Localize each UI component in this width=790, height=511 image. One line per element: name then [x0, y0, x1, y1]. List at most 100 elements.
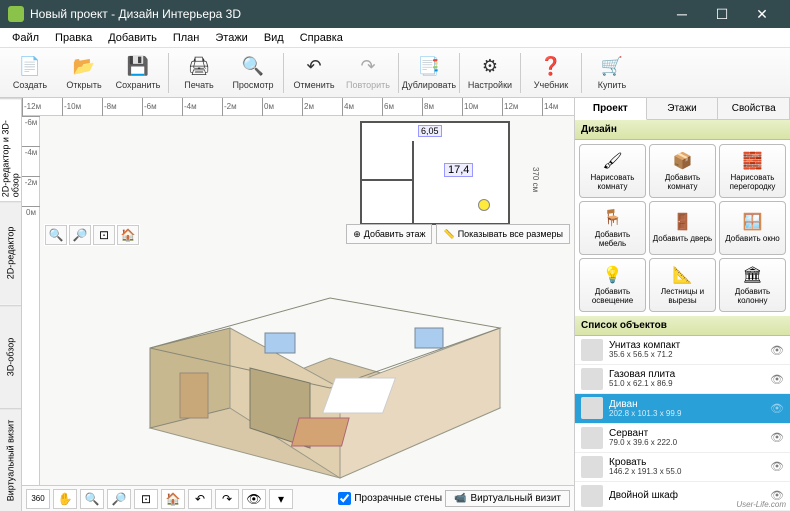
add-room-tool[interactable]: 📦Добавить комнату [649, 144, 716, 198]
preview-button[interactable]: 🔍Просмотр [227, 50, 279, 96]
menubar: ФайлПравкаДобавитьПланЭтажиВидСправка [0, 28, 790, 48]
object-thumb-icon [581, 485, 603, 507]
visibility-icon[interactable]: 👁 [770, 402, 784, 415]
add-door-icon: 🚪 [672, 212, 694, 234]
object-list: Унитаз компакт35.6 x 56.5 x 71.2👁Газовая… [575, 336, 790, 511]
save-icon: 💾 [127, 56, 149, 78]
transparent-walls-checkbox[interactable]: Прозрачные стены [338, 492, 442, 505]
left-tab-1[interactable]: 2D-редактор [0, 201, 21, 304]
visibility-icon[interactable]: 👁 [770, 344, 784, 357]
object-item-4[interactable]: Кровать146.2 x 191.3 x 55.0👁 [575, 453, 790, 482]
right-tab-2[interactable]: Свойства [718, 98, 790, 119]
dropdown-button[interactable]: ▾ [269, 489, 293, 509]
right-panel: ПроектЭтажиСвойства Дизайн 🖌Нарисовать к… [574, 98, 790, 511]
canvas-area: -12м-10м-8м-6м-4м-2м0м2м4м6м8м10м12м14м … [22, 98, 574, 511]
add-window-tool[interactable]: 🪟Добавить окно [719, 201, 786, 255]
object-item-2[interactable]: Диван202.8 x 101.3 x 99.9👁 [575, 394, 790, 423]
view-3d[interactable] [100, 228, 530, 485]
add-furniture-tool[interactable]: 🪑Добавить мебель [579, 201, 646, 255]
zoom-in-button[interactable]: 🔎 [69, 225, 91, 245]
design-header: Дизайн [575, 120, 790, 140]
save-button[interactable]: 💾Сохранить [112, 50, 164, 96]
zoom-out-button[interactable]: 🔍 [45, 225, 67, 245]
stairs-tool[interactable]: 📐Лестницы и вырезы [649, 258, 716, 312]
window-title: Новый проект - Дизайн Интерьера 3D [30, 7, 662, 21]
camera-marker[interactable] [478, 199, 490, 211]
duplicate-button[interactable]: 📑Дублировать [403, 50, 455, 96]
object-item-1[interactable]: Газовая плита51.0 x 62.1 x 86.9👁 [575, 365, 790, 394]
left-tab-2[interactable]: 3D-обзор [0, 305, 21, 408]
stairs-icon: 📐 [672, 265, 694, 287]
help-icon: ❓ [540, 56, 562, 78]
add-window-icon: 🪟 [742, 212, 764, 234]
add-light-icon: 💡 [602, 265, 624, 287]
left-tab-3[interactable]: Виртуальный визит [0, 408, 21, 511]
plan-2d[interactable]: 6,05 17,4 370 см [360, 121, 510, 225]
add-room-icon: 📦 [672, 151, 694, 173]
objects-header: Список объектов [575, 316, 790, 336]
buy-icon: 🛒 [601, 56, 623, 78]
rotate-r-button[interactable]: ↷ [215, 489, 239, 509]
open-icon: 📂 [73, 56, 95, 78]
menu-Правка[interactable]: Правка [47, 30, 100, 46]
add-column-icon: 🏛 [742, 265, 764, 287]
print-button[interactable]: 🖨Печать [173, 50, 225, 96]
draw-wall-tool[interactable]: 🧱Нарисовать перегородку [719, 144, 786, 198]
rotate-l-button[interactable]: ↶ [188, 489, 212, 509]
object-thumb-icon [581, 368, 603, 390]
eye-button[interactable]: 👁 [242, 489, 266, 509]
help-button[interactable]: ❓Учебник [525, 50, 577, 96]
viewport[interactable]: 6,05 17,4 370 см 🔍 🔎 ⊡ 🏠 ⊕Добавить этаж … [40, 116, 574, 485]
add-door-tool[interactable]: 🚪Добавить дверь [649, 201, 716, 255]
pan-button[interactable]: ✋ [53, 489, 77, 509]
object-item-0[interactable]: Унитаз компакт35.6 x 56.5 x 71.2👁 [575, 336, 790, 365]
menu-Файл[interactable]: Файл [4, 30, 47, 46]
visibility-icon[interactable]: 👁 [770, 373, 784, 386]
ruler-vertical: -6м-4м-2м0м [22, 116, 40, 485]
settings-icon: ⚙ [479, 56, 501, 78]
virtual-visit-button[interactable]: 📹Виртуальный визит [445, 490, 570, 507]
app-icon [8, 6, 24, 22]
menu-Добавить[interactable]: Добавить [100, 30, 165, 46]
zoomout2-button[interactable]: 🔍 [80, 489, 104, 509]
visibility-icon[interactable]: 👁 [770, 431, 784, 444]
draw-wall-icon: 🧱 [742, 151, 764, 173]
redo-icon: ↷ [357, 56, 379, 78]
home2-button[interactable]: 🏠 [161, 489, 185, 509]
buy-button[interactable]: 🛒Купить [586, 50, 638, 96]
left-tab-0[interactable]: 2D-редактор и 3D-обзор [0, 98, 21, 201]
right-tab-1[interactable]: Этажи [647, 98, 719, 119]
draw-room-icon: 🖌 [602, 151, 624, 173]
minimize-button[interactable]: ─ [662, 0, 702, 28]
new-icon: 📄 [19, 56, 41, 78]
visibility-icon[interactable]: 👁 [770, 460, 784, 473]
draw-room-tool[interactable]: 🖌Нарисовать комнату [579, 144, 646, 198]
bottom-toolbar: 360 ✋ 🔍 🔎 ⊡ 🏠 ↶ ↷ 👁 ▾ Прозрачные стены 📹… [22, 485, 574, 511]
titlebar: Новый проект - Дизайн Интерьера 3D ─ ☐ ✕ [0, 0, 790, 28]
view360-button[interactable]: 360 [26, 489, 50, 509]
open-button[interactable]: 📂Открыть [58, 50, 110, 96]
menu-Этажи[interactable]: Этажи [207, 30, 255, 46]
redo-button[interactable]: ↷Повторить [342, 50, 394, 96]
undo-button[interactable]: ↶Отменить [288, 50, 340, 96]
right-tab-0[interactable]: Проект [575, 98, 647, 120]
maximize-button[interactable]: ☐ [702, 0, 742, 28]
right-tabs: ПроектЭтажиСвойства [575, 98, 790, 120]
settings-button[interactable]: ⚙Настройки [464, 50, 516, 96]
add-column-tool[interactable]: 🏛Добавить колонну [719, 258, 786, 312]
zoomin2-button[interactable]: 🔎 [107, 489, 131, 509]
menu-План[interactable]: План [165, 30, 208, 46]
object-item-3[interactable]: Сервант79.0 x 39.6 x 222.0👁 [575, 424, 790, 453]
add-light-tool[interactable]: 💡Добавить освещение [579, 258, 646, 312]
close-button[interactable]: ✕ [742, 0, 782, 28]
tools-grid: 🖌Нарисовать комнату📦Добавить комнату🧱Нар… [575, 140, 790, 316]
toolbar: 📄Создать📂Открыть💾Сохранить🖨Печать🔍Просмо… [0, 48, 790, 98]
menu-Справка[interactable]: Справка [292, 30, 351, 46]
object-thumb-icon [581, 456, 603, 478]
print-icon: 🖨 [188, 56, 210, 78]
room-area-2: 17,4 [444, 163, 473, 177]
menu-Вид[interactable]: Вид [256, 30, 292, 46]
object-thumb-icon [581, 427, 603, 449]
fit-button[interactable]: ⊡ [134, 489, 158, 509]
new-button[interactable]: 📄Создать [4, 50, 56, 96]
